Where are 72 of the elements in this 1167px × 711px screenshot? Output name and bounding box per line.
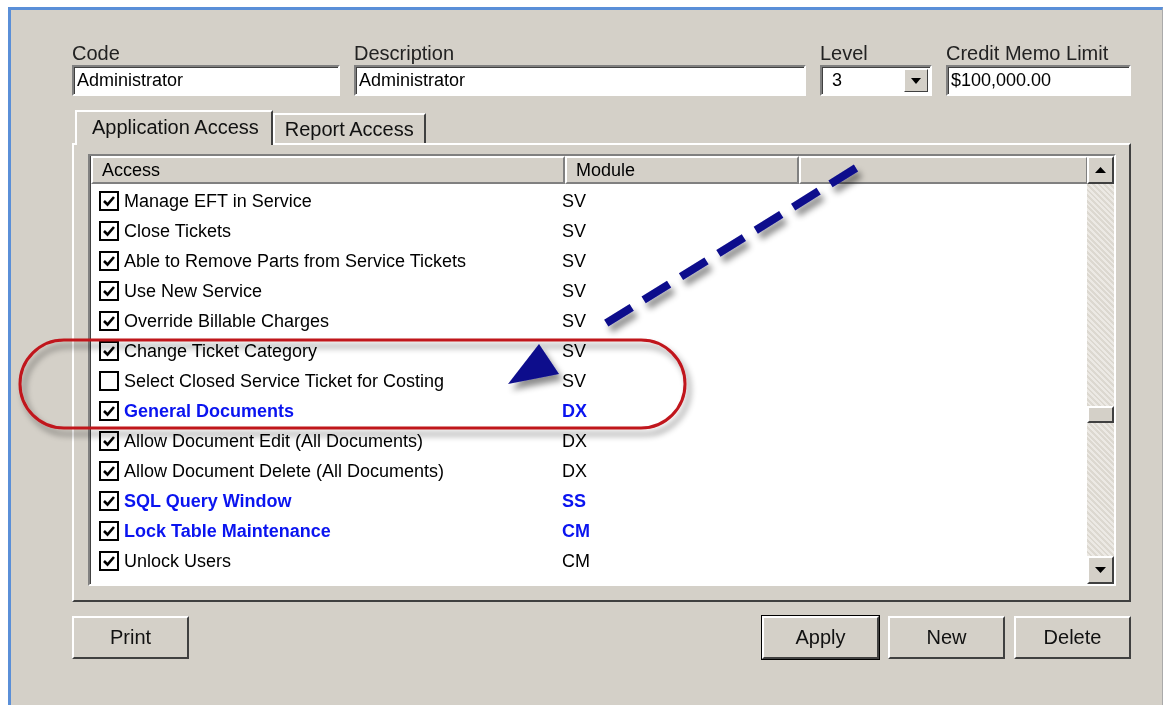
access-name: SQL Query Window xyxy=(124,490,293,512)
module-code: SV xyxy=(562,220,586,242)
scrollbar[interactable] xyxy=(1087,156,1114,584)
field-label: Code xyxy=(72,41,121,65)
module-code: SV xyxy=(562,370,586,392)
checkbox[interactable] xyxy=(99,341,119,361)
module-code: SS xyxy=(562,490,586,512)
check-icon xyxy=(102,554,116,568)
field-label: Level xyxy=(820,41,869,65)
module-code: DX xyxy=(562,400,587,422)
print-button[interactable]: Print xyxy=(72,616,189,659)
module-code: SV xyxy=(562,250,586,272)
checkbox[interactable] xyxy=(99,521,119,541)
check-icon xyxy=(102,314,116,328)
access-name: Able to Remove Parts from Service Tickets xyxy=(124,250,468,272)
scroll-thumb[interactable] xyxy=(1087,406,1114,423)
level-dropdown[interactable]: 3 xyxy=(820,65,932,96)
access-name: Select Closed Service Ticket for Costing xyxy=(124,370,446,392)
checkbox[interactable] xyxy=(99,551,119,571)
access-name: General Documents xyxy=(124,400,296,422)
action-button[interactable]: Apply xyxy=(762,616,879,659)
access-name: Lock Table Maintenance xyxy=(124,520,332,542)
checkbox[interactable] xyxy=(99,491,119,511)
checkbox[interactable] xyxy=(99,401,119,421)
module-code: DX xyxy=(562,460,587,482)
check-icon xyxy=(102,254,116,268)
field-label: Credit Memo Limit xyxy=(946,41,1110,65)
module-code: SV xyxy=(562,280,586,302)
tab[interactable]: Report Access xyxy=(272,113,426,143)
check-icon xyxy=(102,344,116,358)
tab[interactable]: Application Access xyxy=(75,110,273,145)
access-name: Use New Service xyxy=(124,280,264,302)
check-icon xyxy=(102,224,116,238)
access-name: Allow Document Delete (All Documents) xyxy=(124,460,446,482)
check-icon xyxy=(102,494,116,508)
action-button[interactable]: Delete xyxy=(1014,616,1131,659)
access-name: Change Ticket Category xyxy=(124,340,319,362)
access-name: Override Billable Charges xyxy=(124,310,331,332)
checkbox[interactable] xyxy=(99,221,119,241)
checkbox[interactable] xyxy=(99,191,119,211)
module-code: CM xyxy=(562,520,590,542)
check-icon xyxy=(102,524,116,538)
text-field[interactable]: Administrator xyxy=(72,65,340,96)
access-name: Manage EFT in Service xyxy=(124,190,313,212)
checkbox[interactable] xyxy=(99,281,119,301)
module-code: SV xyxy=(562,190,586,212)
scroll-down-icon[interactable] xyxy=(1087,556,1114,584)
check-icon xyxy=(102,434,116,448)
column-header[interactable]: Module xyxy=(565,156,799,184)
column-header[interactable]: Access xyxy=(91,156,565,184)
module-code: CM xyxy=(562,550,590,572)
check-icon xyxy=(102,404,116,418)
field-label: Description xyxy=(354,41,456,65)
check-icon xyxy=(102,284,116,298)
checkbox[interactable] xyxy=(99,461,119,481)
access-name: Allow Document Edit (All Documents) xyxy=(124,430,425,452)
check-icon xyxy=(102,194,116,208)
checkbox[interactable] xyxy=(99,371,119,391)
module-code: SV xyxy=(562,310,586,332)
scroll-up-icon[interactable] xyxy=(1087,156,1114,184)
module-code: DX xyxy=(562,430,587,452)
check-icon xyxy=(102,464,116,478)
text-field[interactable]: $100,000.00 xyxy=(946,65,1131,96)
column-header[interactable] xyxy=(799,156,1088,184)
action-button[interactable]: New xyxy=(888,616,1005,659)
checkbox[interactable] xyxy=(99,251,119,271)
text-field[interactable]: Administrator xyxy=(354,65,806,96)
checkbox[interactable] xyxy=(99,311,119,331)
module-code: SV xyxy=(562,340,586,362)
checkbox[interactable] xyxy=(99,431,119,451)
access-name: Unlock Users xyxy=(124,550,233,572)
access-name: Close Tickets xyxy=(124,220,233,242)
